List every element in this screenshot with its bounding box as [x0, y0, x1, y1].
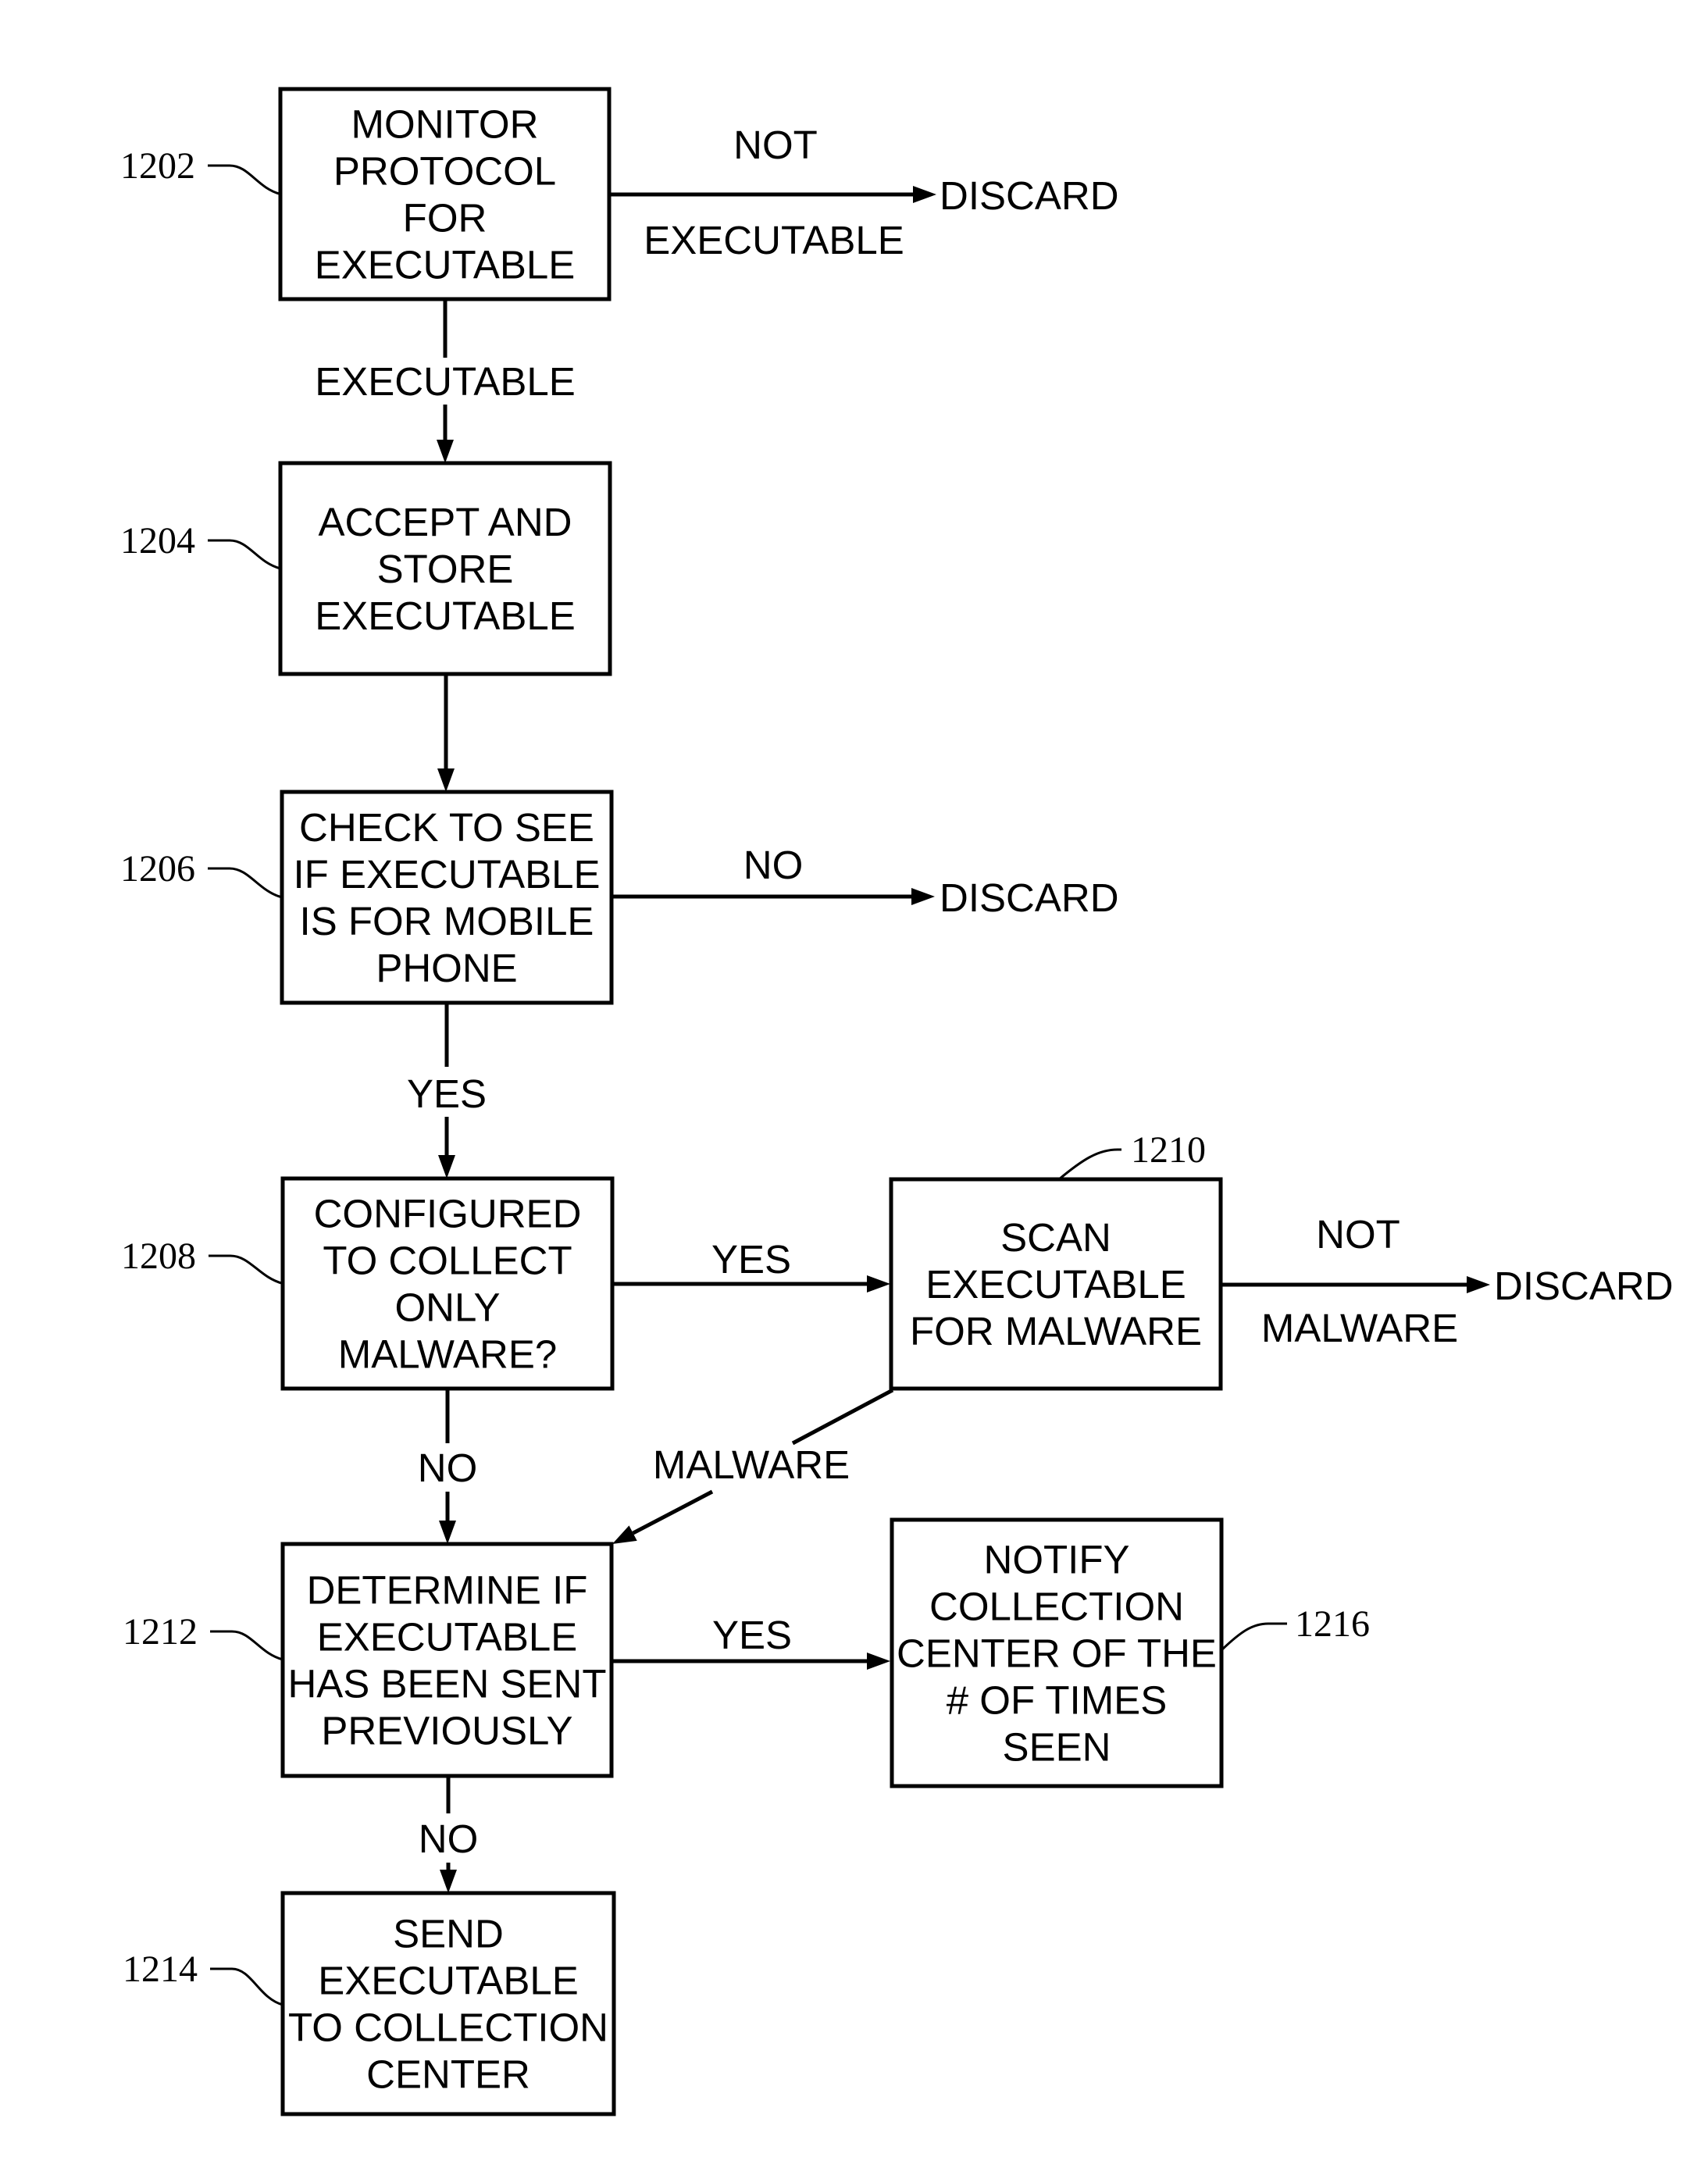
arrowhead-icon: [911, 888, 935, 905]
edge-label-e1206-discard: NO: [743, 843, 804, 887]
leader-line-1214: [210, 1967, 283, 2006]
reference-numeral-1208: 1208: [121, 1235, 196, 1277]
box-text-line: SEEN: [1003, 1725, 1111, 1770]
edge-1210-discard: [1221, 1276, 1490, 1293]
process-box-1204: ACCEPT ANDSTOREEXECUTABLE: [278, 461, 612, 676]
box-text-line: ONLY: [394, 1285, 500, 1330]
box-text-line: CENTER: [366, 2052, 530, 2097]
box-text-line: IS FOR MOBILE: [300, 899, 594, 943]
reference-numeral-1206: 1206: [120, 848, 195, 890]
reference-numeral-1212: 1212: [123, 1611, 198, 1653]
box-text-line: FOR MALWARE: [910, 1309, 1202, 1353]
edge-label-e1212-1216: YES: [712, 1613, 792, 1657]
box-text-line: EXECUTABLE: [318, 1959, 579, 2003]
arrowhead-icon: [440, 1870, 457, 1893]
box-text-line: CENTER OF THE: [897, 1631, 1217, 1676]
process-box-1216: NOTIFYCOLLECTIONCENTER OF THE# OF TIMESS…: [890, 1517, 1224, 1788]
edge-label-e1202-discard: NOT: [733, 123, 818, 167]
box-text-line: PREVIOUSLY: [321, 1709, 572, 1753]
edge-label-e1202-1204: EXECUTABLE: [315, 359, 576, 404]
process-box-1212: DETERMINE IFEXECUTABLEHAS BEEN SENTPREVI…: [280, 1542, 614, 1778]
arrowhead-icon: [438, 1155, 455, 1178]
arrowhead-icon: [913, 186, 936, 203]
edge-1204-1206: [437, 674, 455, 792]
box-text-line: NOTIFY: [984, 1538, 1130, 1582]
edge-label-e1208-1212: NO: [418, 1446, 478, 1490]
reference-numeral-1210: 1210: [1131, 1129, 1206, 1171]
edge-label-e1210-1212: MALWARE: [653, 1442, 850, 1487]
edge-1208-1212: [439, 1492, 456, 1544]
box-text-line: SCAN: [1000, 1215, 1111, 1260]
process-box-1210: SCANEXECUTABLEFOR MALWARE: [889, 1177, 1223, 1391]
edge-label-e1202-discard: EXECUTABLE: [644, 218, 904, 262]
box-text-line: ACCEPT AND: [319, 500, 572, 544]
edge-1210-1212: [612, 1489, 714, 1544]
connector-line: [632, 1489, 714, 1535]
edge-1206-1208: [438, 1117, 455, 1178]
discard-terminal-2: DISCARD: [940, 875, 1119, 920]
leader-line-1202: [208, 164, 281, 195]
reference-numeral-1216: 1216: [1295, 1603, 1370, 1645]
box-text-line: COLLECTION: [929, 1585, 1184, 1629]
process-box-1208: CONFIGUREDTO COLLECTONLYMALWARE?: [280, 1176, 615, 1391]
connector-line: [791, 1388, 894, 1446]
edge-label-e1210-discard: MALWARE: [1261, 1306, 1458, 1350]
box-text-line: MALWARE?: [338, 1332, 558, 1377]
box-text-line: PROTOCOL: [333, 149, 556, 194]
edge-label-e1206-1208: YES: [407, 1071, 487, 1116]
box-text-line: CONFIGURED: [314, 1192, 582, 1236]
discard-terminal-3: DISCARD: [1494, 1264, 1674, 1308]
arrowhead-icon: [437, 768, 455, 792]
box-text-line: EXECUTABLE: [315, 243, 576, 287]
box-text-line: MONITOR: [351, 102, 539, 147]
edge-label-e1210-discard: NOT: [1316, 1212, 1400, 1257]
box-text-line: HAS BEEN SENT: [287, 1662, 606, 1706]
leader-line-1204: [208, 539, 281, 570]
box-text-line: CHECK TO SEE: [299, 805, 594, 850]
box-text-line: TO COLLECTION: [288, 2006, 608, 2050]
box-text-line: STORE: [377, 547, 514, 591]
arrowhead-icon: [439, 1521, 456, 1544]
arrowhead-icon: [867, 1275, 890, 1293]
arrowhead-icon: [612, 1525, 637, 1544]
process-box-1214: SENDEXECUTABLETO COLLECTIONCENTER: [280, 1891, 616, 2116]
reference-numeral-1202: 1202: [120, 145, 195, 187]
leader-line-1206: [208, 867, 283, 899]
box-text-line: PHONE: [376, 946, 517, 990]
leader-line-1210: [1058, 1148, 1121, 1181]
edge-label-e1208-1210: YES: [711, 1237, 791, 1282]
box-text-line: EXECUTABLE: [317, 1615, 578, 1660]
edge-label-e1212-1214: NO: [419, 1817, 479, 1861]
leader-line-1212: [210, 1630, 283, 1661]
box-text-line: EXECUTABLE: [925, 1262, 1186, 1307]
arrowhead-icon: [867, 1653, 890, 1670]
leader-line-1208: [209, 1254, 283, 1285]
process-box-1206: CHECK TO SEEIF EXECUTABLEIS FOR MOBILEPH…: [280, 790, 614, 1005]
box-text-line: TO COLLECT: [323, 1239, 572, 1283]
edge-1212-1214: [440, 1863, 457, 1893]
edge-1206-discard: [612, 888, 935, 905]
box-text-line: SEND: [393, 1912, 504, 1956]
edge-1202-discard: [609, 186, 936, 203]
reference-numeral-1204: 1204: [120, 520, 195, 562]
flowchart-canvas: MONITORPROTOCOLFOREXECUTABLEACCEPT ANDST…: [120, 87, 1674, 2116]
leader-line-1216: [1220, 1622, 1287, 1652]
box-text-line: IF EXECUTABLE: [294, 852, 601, 897]
arrowhead-icon: [437, 440, 454, 463]
arrowhead-icon: [1467, 1276, 1490, 1293]
box-text-line: EXECUTABLE: [315, 594, 576, 638]
box-text-line: FOR: [403, 196, 487, 241]
box-text-line: # OF TIMES: [947, 1678, 1167, 1723]
box-text-line: DETERMINE IF: [307, 1568, 588, 1613]
reference-numeral-1214: 1214: [123, 1949, 198, 1990]
process-box-1202: MONITORPROTOCOLFOREXECUTABLE: [278, 87, 612, 301]
edge-1202-1204: [437, 405, 454, 463]
discard-terminal-1: DISCARD: [940, 173, 1119, 218]
